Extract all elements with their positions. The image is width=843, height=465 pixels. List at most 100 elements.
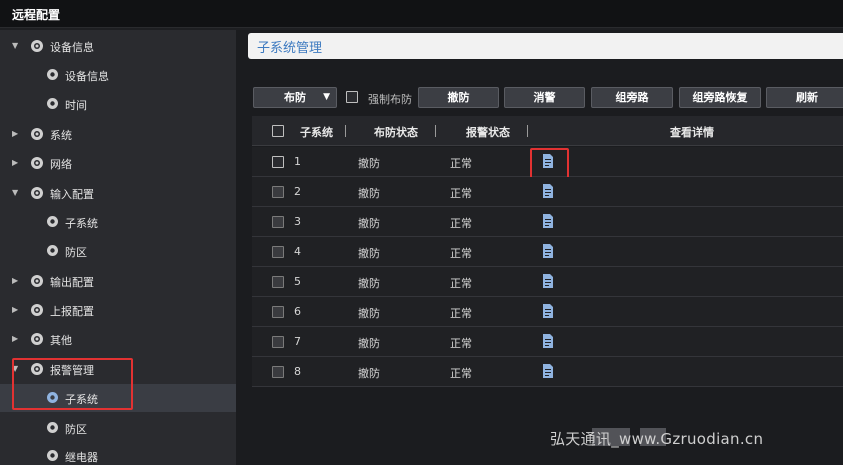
- bypass-group-button[interactable]: 组旁路: [591, 87, 673, 108]
- tree-item-device-info[interactable]: ▼ 设备信息: [0, 32, 236, 60]
- tree-item-relay[interactable]: 继电器: [0, 442, 236, 465]
- row-id: 2: [294, 185, 301, 198]
- watermark-text: 弘天通讯_www.Gzruodian.cn: [550, 430, 764, 448]
- config-gear-icon: [31, 333, 43, 345]
- table-row[interactable]: 3 撤防 正常: [252, 207, 843, 237]
- row-alarm-status: 正常: [450, 307, 472, 320]
- tree-item-time[interactable]: 时间: [0, 90, 236, 118]
- arm-mode-value: 布防: [284, 91, 306, 104]
- row-alarm-status: 正常: [450, 337, 472, 350]
- tree-item-input-subsystem[interactable]: 子系统: [0, 208, 236, 236]
- disarm-button[interactable]: 撤防: [418, 87, 499, 108]
- window-titlebar: 远程配置: [0, 0, 843, 28]
- force-arm-checkbox[interactable]: [346, 91, 358, 103]
- gear-icon: [47, 245, 58, 256]
- tree-item-output-config[interactable]: ▶ 输出配置: [0, 267, 236, 295]
- row-checkbox[interactable]: [272, 336, 284, 348]
- table-row[interactable]: 1 撤防 正常: [252, 147, 843, 180]
- tree-item-system[interactable]: ▶ 系统: [0, 120, 236, 148]
- tree-item-device-info-sub[interactable]: 设备信息: [0, 61, 236, 89]
- tree-item-label: 继电器: [65, 451, 98, 464]
- detail-document-icon[interactable]: [542, 274, 554, 288]
- detail-document-icon[interactable]: [542, 364, 554, 378]
- row-checkbox[interactable]: [272, 366, 284, 378]
- table-row[interactable]: 5 撤防 正常: [252, 267, 843, 297]
- config-tree-sidebar: ▼ 设备信息 设备信息 时间 ▶ 系统 ▶ 网络 ▼ 输入配置 子系统 防区 ▶…: [0, 30, 236, 465]
- collapse-arrow-icon[interactable]: ▶: [12, 334, 20, 343]
- tree-item-label: 设备信息: [50, 41, 94, 54]
- row-checkbox[interactable]: [272, 306, 284, 318]
- tree-item-network[interactable]: ▶ 网络: [0, 149, 236, 177]
- refresh-button[interactable]: 刷新: [766, 87, 843, 108]
- header-separator: [527, 125, 528, 137]
- table-row[interactable]: 4 撤防 正常: [252, 237, 843, 267]
- row-checkbox[interactable]: [272, 156, 284, 168]
- detail-document-icon[interactable]: [542, 334, 554, 348]
- collapse-arrow-icon[interactable]: ▶: [12, 305, 20, 314]
- row-alarm-status: 正常: [450, 187, 472, 200]
- detail-document-icon[interactable]: [542, 304, 554, 318]
- collapse-arrow-icon[interactable]: ▶: [12, 276, 20, 285]
- page-title-bar: 子系统管理: [248, 33, 843, 59]
- row-arm-status: 撤防: [358, 217, 380, 230]
- chevron-down-icon: ▼: [323, 92, 330, 102]
- table-row[interactable]: 8 撤防 正常: [252, 357, 843, 387]
- tree-item-label: 设备信息: [65, 70, 109, 83]
- header-separator: [345, 125, 346, 137]
- arm-mode-select[interactable]: 布防 ▼: [253, 87, 337, 108]
- window-title: 远程配置: [12, 8, 61, 22]
- config-gear-icon: [31, 187, 43, 199]
- expand-arrow-icon[interactable]: ▼: [12, 41, 20, 50]
- config-gear-icon: [31, 275, 43, 287]
- row-arm-status: 撤防: [358, 157, 380, 170]
- row-id: 3: [294, 215, 301, 228]
- config-gear-icon: [31, 128, 43, 140]
- gear-icon: [47, 216, 58, 227]
- highlight-box: [12, 358, 133, 410]
- select-all-checkbox[interactable]: [272, 125, 284, 137]
- tree-item-label: 子系统: [65, 217, 98, 230]
- row-alarm-status: 正常: [450, 367, 472, 380]
- row-arm-status: 撤防: [358, 277, 380, 290]
- row-arm-status: 撤防: [358, 367, 380, 380]
- table-row[interactable]: 6 撤防 正常: [252, 297, 843, 327]
- row-checkbox[interactable]: [272, 186, 284, 198]
- header-arm-status: 布防状态: [374, 126, 418, 139]
- tree-item-label: 网络: [50, 158, 72, 171]
- table-row[interactable]: 7 撤防 正常: [252, 327, 843, 357]
- header-separator: [435, 125, 436, 137]
- row-arm-status: 撤防: [358, 307, 380, 320]
- row-checkbox[interactable]: [272, 216, 284, 228]
- row-checkbox[interactable]: [272, 276, 284, 288]
- tree-item-input-zone[interactable]: 防区: [0, 237, 236, 265]
- tree-item-label: 系统: [50, 129, 72, 142]
- tree-item-input-config[interactable]: ▼ 输入配置: [0, 179, 236, 207]
- row-alarm-status: 正常: [450, 217, 472, 230]
- tree-item-other[interactable]: ▶ 其他: [0, 325, 236, 353]
- collapse-arrow-icon[interactable]: ▶: [12, 158, 20, 167]
- row-id: 8: [294, 365, 301, 378]
- config-gear-icon: [31, 157, 43, 169]
- tree-item-report-config[interactable]: ▶ 上报配置: [0, 296, 236, 324]
- row-arm-status: 撤防: [358, 247, 380, 260]
- header-subsystem: 子系统: [300, 126, 333, 139]
- table-header: 子系统 布防状态 报警状态 查看详情: [252, 116, 843, 146]
- row-alarm-status: 正常: [450, 157, 472, 170]
- detail-document-icon[interactable]: [542, 184, 554, 198]
- gear-icon: [47, 69, 58, 80]
- tree-item-label: 上报配置: [50, 305, 94, 318]
- row-checkbox[interactable]: [272, 246, 284, 258]
- detail-document-icon[interactable]: [542, 214, 554, 228]
- main-panel: 子系统管理 布防 ▼ 强制布防 撤防 消警 组旁路 组旁路恢复 刷新 子系统 布…: [236, 30, 843, 465]
- row-arm-status: 撤防: [358, 337, 380, 350]
- expand-arrow-icon[interactable]: ▼: [12, 188, 20, 197]
- collapse-arrow-icon[interactable]: ▶: [12, 129, 20, 138]
- tree-item-alarm-zone[interactable]: 防区: [0, 414, 236, 442]
- clear-alarm-button[interactable]: 消警: [504, 87, 585, 108]
- config-gear-icon: [31, 40, 43, 52]
- table-row[interactable]: 2 撤防 正常: [252, 177, 843, 207]
- detail-document-icon[interactable]: [542, 244, 554, 258]
- row-id: 1: [294, 155, 301, 168]
- bypass-restore-button[interactable]: 组旁路恢复: [679, 87, 761, 108]
- config-gear-icon: [31, 304, 43, 316]
